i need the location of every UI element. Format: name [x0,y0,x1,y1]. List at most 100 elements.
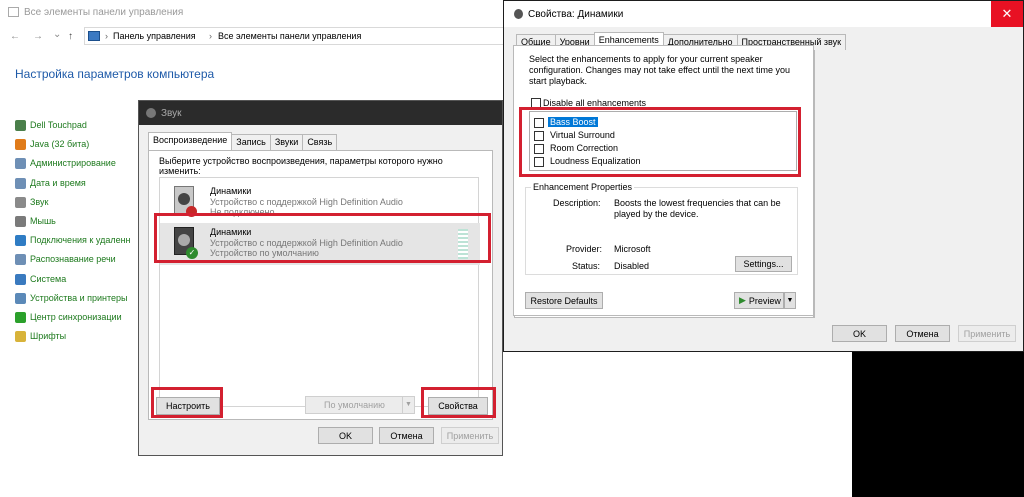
breadcrumb-all-items[interactable]: Все элементы панели управления [218,31,361,41]
control-panel-item[interactable]: Центр синхронизации [15,310,122,324]
preview-dropdown-chevron-icon[interactable]: ▼ [784,292,796,309]
device-item-selected[interactable]: ✓ Динамики Устройство с поддержкой High … [160,223,480,265]
bass-boost-checkbox[interactable] [534,118,544,128]
control-panel-item-icon [15,273,26,285]
control-panel-item[interactable]: Мышь [15,214,56,228]
properties-apply-button: Применить [958,325,1016,342]
room-correction-checkbox[interactable] [534,144,544,154]
preview-button[interactable]: ▶ Preview [734,292,784,309]
speaker-device-icon [170,184,200,220]
tab-recording[interactable]: Запись [231,134,271,150]
back-arrow-icon[interactable]: ← [10,31,20,42]
properties-button[interactable]: Свойства [428,397,488,415]
enhancements-intro: Select the enhancements to apply for you… [529,54,790,86]
control-panel-location-icon [88,31,100,41]
disconnected-arrow-icon [186,206,197,217]
control-panel-item-icon [15,119,26,131]
breadcrumb-control-panel[interactable]: Панель управления [113,31,196,41]
enhancements-list: Bass Boost Virtual Surround Room Correct… [529,111,797,171]
recent-locations-chevron-icon[interactable]: ⌄ [53,29,61,40]
set-default-label: По умолчанию [324,400,385,410]
playback-panel: Выберите устройство воспроизведения, пар… [148,150,493,420]
control-panel-item-icon [15,330,26,342]
control-panel-item-label: Устройства и принтеры [30,293,128,303]
control-panel-item[interactable]: Шрифты [15,329,66,343]
control-panel-item[interactable]: Система [15,272,66,286]
control-panel-item[interactable]: Распознавание речи [15,252,116,266]
device-list: Динамики Устройство с поддержкой High De… [159,177,480,407]
provider-value: Microsoft [614,244,651,254]
control-panel-item-label: Дата и время [30,178,86,188]
control-panel-item-icon [15,234,26,246]
device-name: Динамики [210,227,252,237]
enhancement-loudness-equalization[interactable]: Loudness Equalization [550,156,641,166]
device-item[interactable]: Динамики Устройство с поддержкой High De… [160,182,480,224]
disable-all-label: Disable all enhancements [543,98,647,108]
control-panel-item-icon [15,215,26,227]
control-panel-item-label: Мышь [30,216,56,226]
breadcrumb-separator-icon: › [209,31,212,41]
restore-defaults-button[interactable]: Restore Defaults [525,292,603,309]
device-name: Динамики [210,186,252,196]
enhancement-room-correction[interactable]: Room Correction [550,143,618,153]
sound-dialog-titlebar: Звук [139,101,502,125]
breadcrumb-separator-icon: › [105,31,108,41]
control-panel-item-icon [15,138,26,150]
properties-titlebar: Свойства: Динамики ✕ [504,1,1023,27]
device-status: Не подключено [210,207,275,217]
speaker-icon [514,9,523,19]
control-panel-item-icon [15,196,26,208]
control-panel-item-label: Центр синхронизации [30,312,122,322]
sound-tabs: Воспроизведение Запись Звуки Связь [148,132,338,150]
control-panel-item[interactable]: Подключения к удаленн [15,233,131,247]
enhancement-properties-group: Enhancement Properties Description: Boos… [525,182,798,275]
disable-all-checkbox[interactable] [531,98,541,108]
control-panel-item[interactable]: Java (32 бита) [15,137,89,151]
control-panel-item[interactable]: Dell Touchpad [15,118,87,132]
chevron-down-icon: ▼ [402,397,414,413]
control-panel-item[interactable]: Дата и время [15,176,86,190]
sound-dialog: Звук Воспроизведение Запись Звуки Связь … [138,100,503,456]
enhancement-bass-boost[interactable]: Bass Boost [548,117,598,127]
configure-button[interactable]: Настроить [156,397,220,415]
device-description: Устройство с поддержкой High Definition … [210,238,403,248]
status-label: Status: [572,261,601,271]
control-panel-item-label: Администрирование [30,158,116,168]
enhancement-virtual-surround[interactable]: Virtual Surround [550,130,615,140]
properties-ok-button[interactable]: OK [832,325,887,342]
description-value: Boosts the lowest frequencies that can b… [614,198,781,219]
apply-button: Применить [441,427,499,444]
status-value: Disabled [614,261,650,271]
ok-button[interactable]: OK [318,427,373,444]
control-panel-app-icon [8,7,19,17]
up-arrow-icon[interactable]: ↑ [68,31,73,42]
play-icon: ▶ [739,295,746,305]
page-heading: Настройка параметров компьютера [15,67,215,81]
control-panel-item-label: Система [30,274,67,284]
preview-label: Preview [748,295,781,306]
window-title: Все элементы панели управления [24,7,184,18]
control-panel-item-icon [15,253,26,265]
forward-arrow-icon[interactable]: → [33,31,43,42]
control-panel-item-icon [15,311,26,323]
tab-sounds[interactable]: Звуки [269,134,304,150]
virtual-surround-checkbox[interactable] [534,131,544,141]
control-panel-item[interactable]: Администрирование [15,156,116,170]
speaker-icon [146,108,156,118]
tab-playback[interactable]: Воспроизведение [148,132,233,150]
tab-communications[interactable]: Связь [302,134,338,150]
control-panel-item-label: Подключения к удаленн [30,235,131,245]
control-panel-item[interactable]: Устройства и принтеры [15,291,128,305]
properties-title: Свойства: Динамики [528,9,624,20]
properties-cancel-button[interactable]: Отмена [895,325,950,342]
sound-dialog-title: Звук [161,108,182,119]
loudness-equalization-checkbox[interactable] [534,157,544,167]
speaker-device-icon: ✓ [170,225,200,261]
device-description: Устройство с поддержкой High Definition … [210,197,403,207]
control-panel-item-label: Шрифты [30,331,67,341]
settings-button[interactable]: Settings... [735,256,792,272]
set-default-dropdown: По умолчанию ▼ [305,396,415,414]
close-icon[interactable]: ✕ [991,1,1023,27]
control-panel-item[interactable]: Звук [15,195,48,209]
cancel-button[interactable]: Отмена [379,427,434,444]
